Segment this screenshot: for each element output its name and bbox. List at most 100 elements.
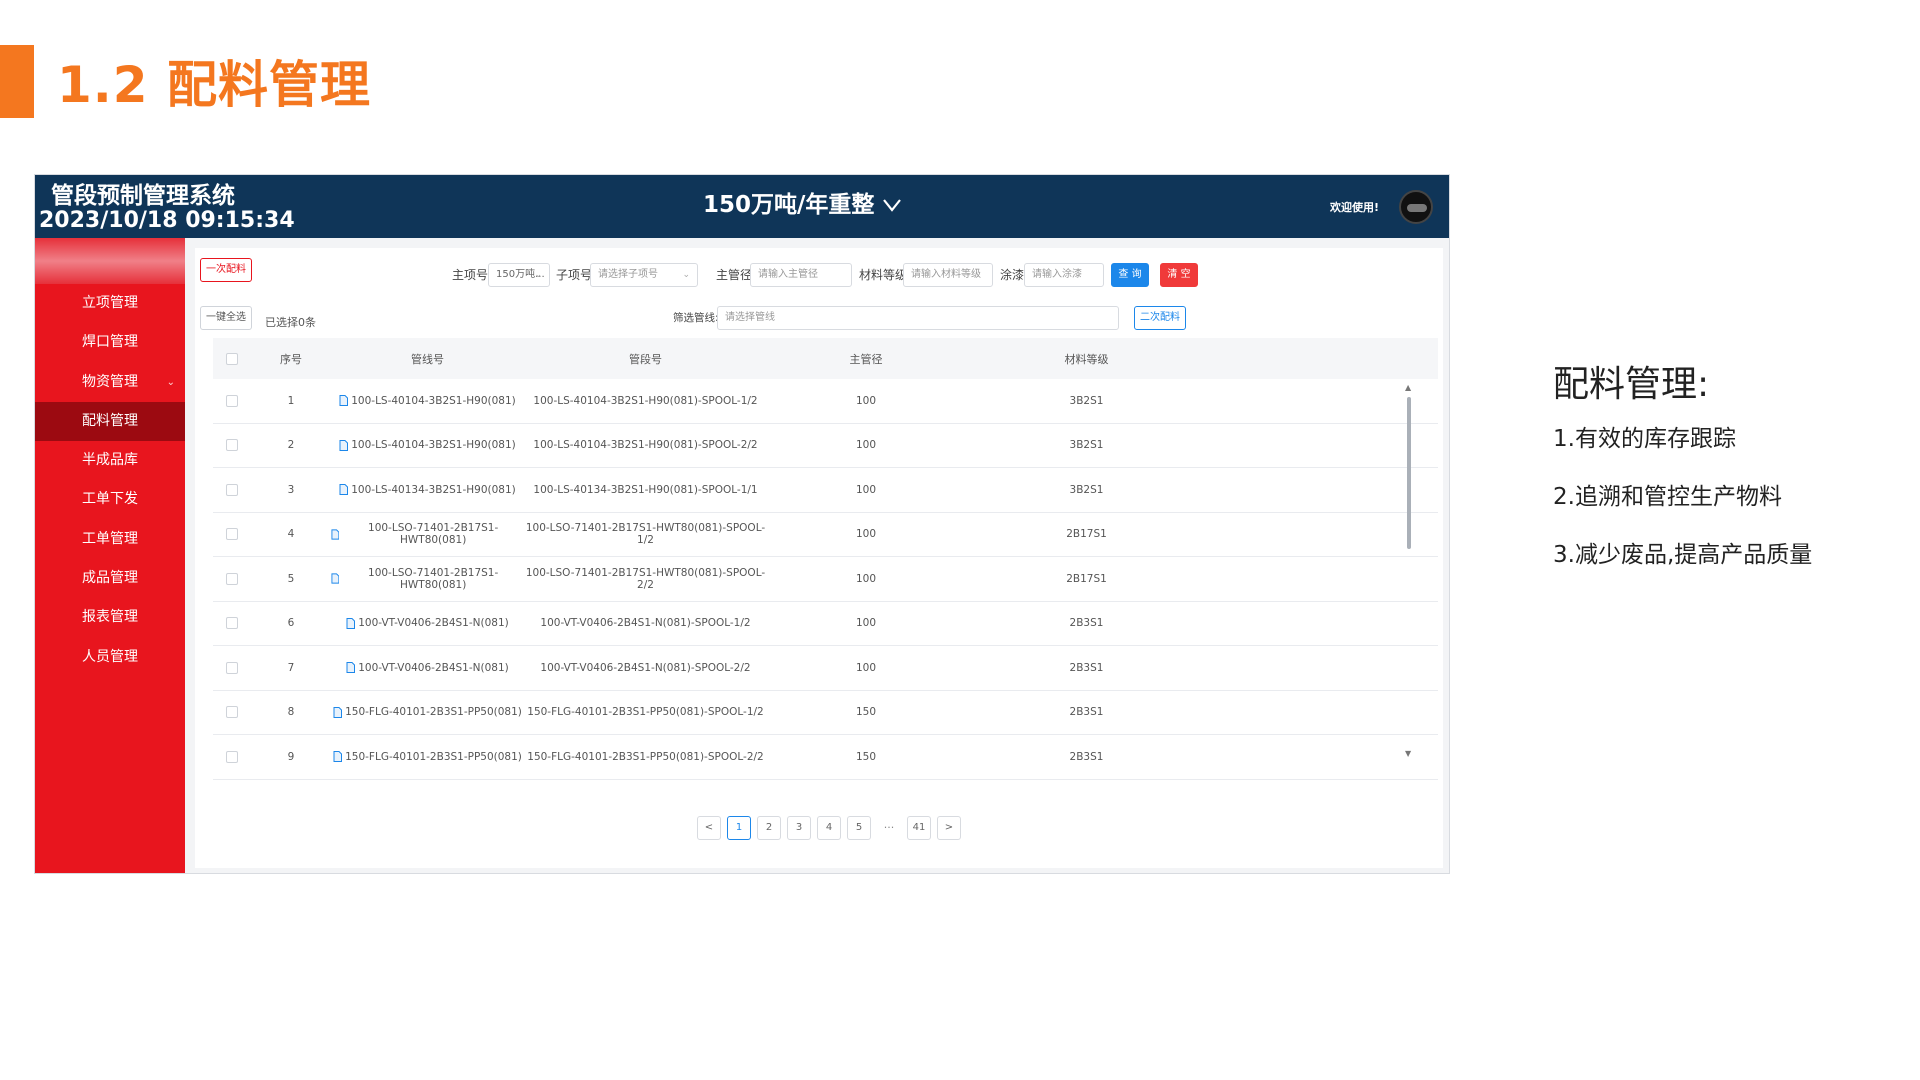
row-checkbox-cell[interactable] <box>213 706 251 719</box>
row-checkbox[interactable] <box>226 661 238 674</box>
table-row[interactable]: 5 100-LSO-71401-2B17S1-HWT80(081) 100-LSO-… <box>213 557 1438 602</box>
table-row[interactable]: 9 150-FLG-40101-2B3S1-PP50(081) 150-FLG-40… <box>213 735 1438 780</box>
avatar[interactable] <box>1399 190 1433 224</box>
row-checkbox[interactable] <box>226 394 238 407</box>
table-row[interactable]: 4 100-LSO-71401-2B17S1-HWT80(081) 100-LSO-… <box>213 513 1438 557</box>
cell-material-grade: 2B3S1 <box>1069 617 1104 630</box>
line-no-text: 100-VT-V0406-2B4S1-N(081) <box>358 617 509 630</box>
note-item: 1.有效的库存跟踪 <box>1553 426 1736 452</box>
select-all-button[interactable]: 一键全选 <box>200 306 252 330</box>
main-diameter-input[interactable]: 请输入主管径 <box>750 263 852 287</box>
row-checkbox-cell[interactable] <box>213 572 251 585</box>
row-checkbox-cell[interactable] <box>213 483 251 496</box>
row-checkbox-cell[interactable] <box>213 439 251 452</box>
page-button-3[interactable]: 3 <box>787 816 811 840</box>
sidebar-item-material[interactable]: 物资管理 ⌄ <box>35 363 185 402</box>
sidebar-item-personnel[interactable]: 人员管理 <box>35 638 185 677</box>
sidebar-item-work-order-manage[interactable]: 工单管理 <box>35 520 185 559</box>
header-material-grade: 材料等级 <box>1064 352 1109 366</box>
table-row[interactable]: 1 100-LS-40104-3B2S1-H90(081) 100-LS-40104… <box>213 379 1438 424</box>
page-button-1[interactable]: 1 <box>727 816 751 840</box>
scroll-thumb[interactable] <box>1407 397 1411 549</box>
cell-line-no[interactable]: 100-VT-V0406-2B4S1-N(081) <box>331 617 524 629</box>
sidebar-item-semi-finished[interactable]: 半成品库 <box>35 441 185 480</box>
row-checkbox[interactable] <box>226 572 238 585</box>
table-row[interactable]: 6 100-VT-V0406-2B4S1-N(081) 100-VT-V0406-2… <box>213 602 1438 646</box>
row-checkbox-cell[interactable] <box>213 750 251 763</box>
select-all-checkbox[interactable] <box>226 352 238 365</box>
second-batch-button[interactable]: 二次配料 <box>1134 306 1186 330</box>
clear-button[interactable]: 清 空 <box>1160 263 1198 287</box>
material-grade-input[interactable]: 请输入材料等级 <box>903 263 993 287</box>
cell-main-diameter: 100 <box>855 617 877 630</box>
scroll-down-icon[interactable]: ▼ <box>1405 749 1411 758</box>
table-row[interactable]: 3 100-LS-40134-3B2S1-H90(081) 100-LS-40134… <box>213 468 1438 513</box>
cell-index: 7 <box>287 661 295 674</box>
file-icon <box>331 529 340 540</box>
sidebar-item-weld[interactable]: 焊口管理 <box>35 323 185 362</box>
row-checkbox[interactable] <box>226 750 238 763</box>
sidebar-item-finished[interactable]: 成品管理 <box>35 559 185 598</box>
cell-index: 9 <box>287 750 295 763</box>
cell-index: 1 <box>287 394 295 407</box>
sidebar-banner <box>35 238 185 284</box>
sub-item-select[interactable]: 请选择子项号 ⌄ <box>590 263 698 287</box>
cell-line-no[interactable]: 150-FLG-40101-2B3S1-PP50(081) <box>331 706 524 718</box>
row-checkbox-cell[interactable] <box>213 617 251 630</box>
app-header: 管段预制管理系统 2023/10/18 09:15:34 150万吨/年重整 欢… <box>35 175 1449 238</box>
scroll-up-icon[interactable]: ▲ <box>1405 383 1411 392</box>
header-line-no: 管线号 <box>411 352 444 366</box>
sidebar-item-label: 物资管理 <box>82 373 138 390</box>
header-main-diameter: 主管径 <box>849 352 883 366</box>
header-checkbox-cell[interactable] <box>213 352 251 365</box>
sidebar-item-project[interactable]: 立项管理 <box>35 284 185 323</box>
next-page-button[interactable]: > <box>937 816 961 840</box>
cell-line-no[interactable]: 100-LS-40134-3B2S1-H90(081) <box>331 484 524 496</box>
coating-input[interactable]: 请输入涂漆 <box>1024 263 1104 287</box>
sidebar-item-label: 半成品库 <box>82 452 138 469</box>
table-header: 序号 管线号 管段号 主管径 材料等级 <box>213 338 1438 379</box>
first-batch-button[interactable]: 一次配料 <box>200 258 252 282</box>
page-button-last[interactable]: 41 <box>907 816 931 840</box>
cell-line-no[interactable]: 100-LS-40104-3B2S1-H90(081) <box>331 439 524 451</box>
prev-page-button[interactable]: < <box>697 816 721 840</box>
page-button-4[interactable]: 4 <box>817 816 841 840</box>
sidebar-item-work-order-issue[interactable]: 工单下发 <box>35 480 185 519</box>
file-icon <box>339 395 349 407</box>
main-item-select[interactable]: 150万吨... ⌄ <box>488 263 550 287</box>
row-checkbox-cell[interactable] <box>213 528 251 541</box>
sidebar-item-label: 成品管理 <box>82 570 138 587</box>
system-name: 管段预制管理系统 <box>51 183 235 209</box>
row-checkbox[interactable] <box>226 439 238 452</box>
cell-main-diameter: 100 <box>855 572 877 585</box>
cell-line-no[interactable]: 150-FLG-40101-2B3S1-PP50(081) <box>331 751 524 763</box>
cell-line-no[interactable]: 100-LS-40104-3B2S1-H90(081) <box>331 395 524 407</box>
cell-material-grade: 2B17S1 <box>1066 572 1107 585</box>
query-button[interactable]: 查 询 <box>1111 263 1149 287</box>
page-button-5[interactable]: 5 <box>847 816 871 840</box>
table-row[interactable]: 2 100-LS-40104-3B2S1-H90(081) 100-LS-40104… <box>213 424 1438 468</box>
sidebar-item-reports[interactable]: 报表管理 <box>35 598 185 637</box>
row-checkbox-cell[interactable] <box>213 661 251 674</box>
cell-segment-no: 150-FLG-40101-2B3S1-PP50(081)-SPOOL-2/2 <box>527 750 764 763</box>
table-row[interactable]: 7 100-VT-V0406-2B4S1-N(081) 100-VT-V0406-2… <box>213 646 1438 691</box>
row-checkbox[interactable] <box>226 617 238 630</box>
row-checkbox-cell[interactable] <box>213 394 251 407</box>
cell-segment-no: 100-LSO-71401-2B17S1-HWT80(081)-SPOOL-1/… <box>525 522 766 547</box>
filter-line-label: 筛选管线: <box>673 312 719 324</box>
cell-line-no[interactable]: 100-LSO-71401-2B17S1-HWT80(081) <box>331 522 524 546</box>
project-selector[interactable]: 150万吨/年重整 <box>703 189 902 221</box>
page-ellipsis[interactable]: ··· <box>877 816 901 840</box>
sidebar-item-batching[interactable]: 配料管理 <box>35 401 185 442</box>
filter-line-input[interactable]: 请选择管线 <box>717 306 1119 330</box>
cell-line-no[interactable]: 100-LSO-71401-2B17S1-HWT80(081) <box>331 567 524 591</box>
cell-material-grade: 3B2S1 <box>1069 394 1104 407</box>
cell-line-no[interactable]: 100-VT-V0406-2B4S1-N(081) <box>331 662 524 674</box>
table-row[interactable]: 8 150-FLG-40101-2B3S1-PP50(081) 150-FLG-40… <box>213 691 1438 735</box>
table-scrollbar[interactable]: ▲ ▼ <box>1405 383 1413 758</box>
row-checkbox[interactable] <box>226 483 238 496</box>
row-checkbox[interactable] <box>226 706 238 719</box>
cell-main-diameter: 100 <box>855 439 877 452</box>
row-checkbox[interactable] <box>226 528 238 541</box>
page-button-2[interactable]: 2 <box>757 816 781 840</box>
